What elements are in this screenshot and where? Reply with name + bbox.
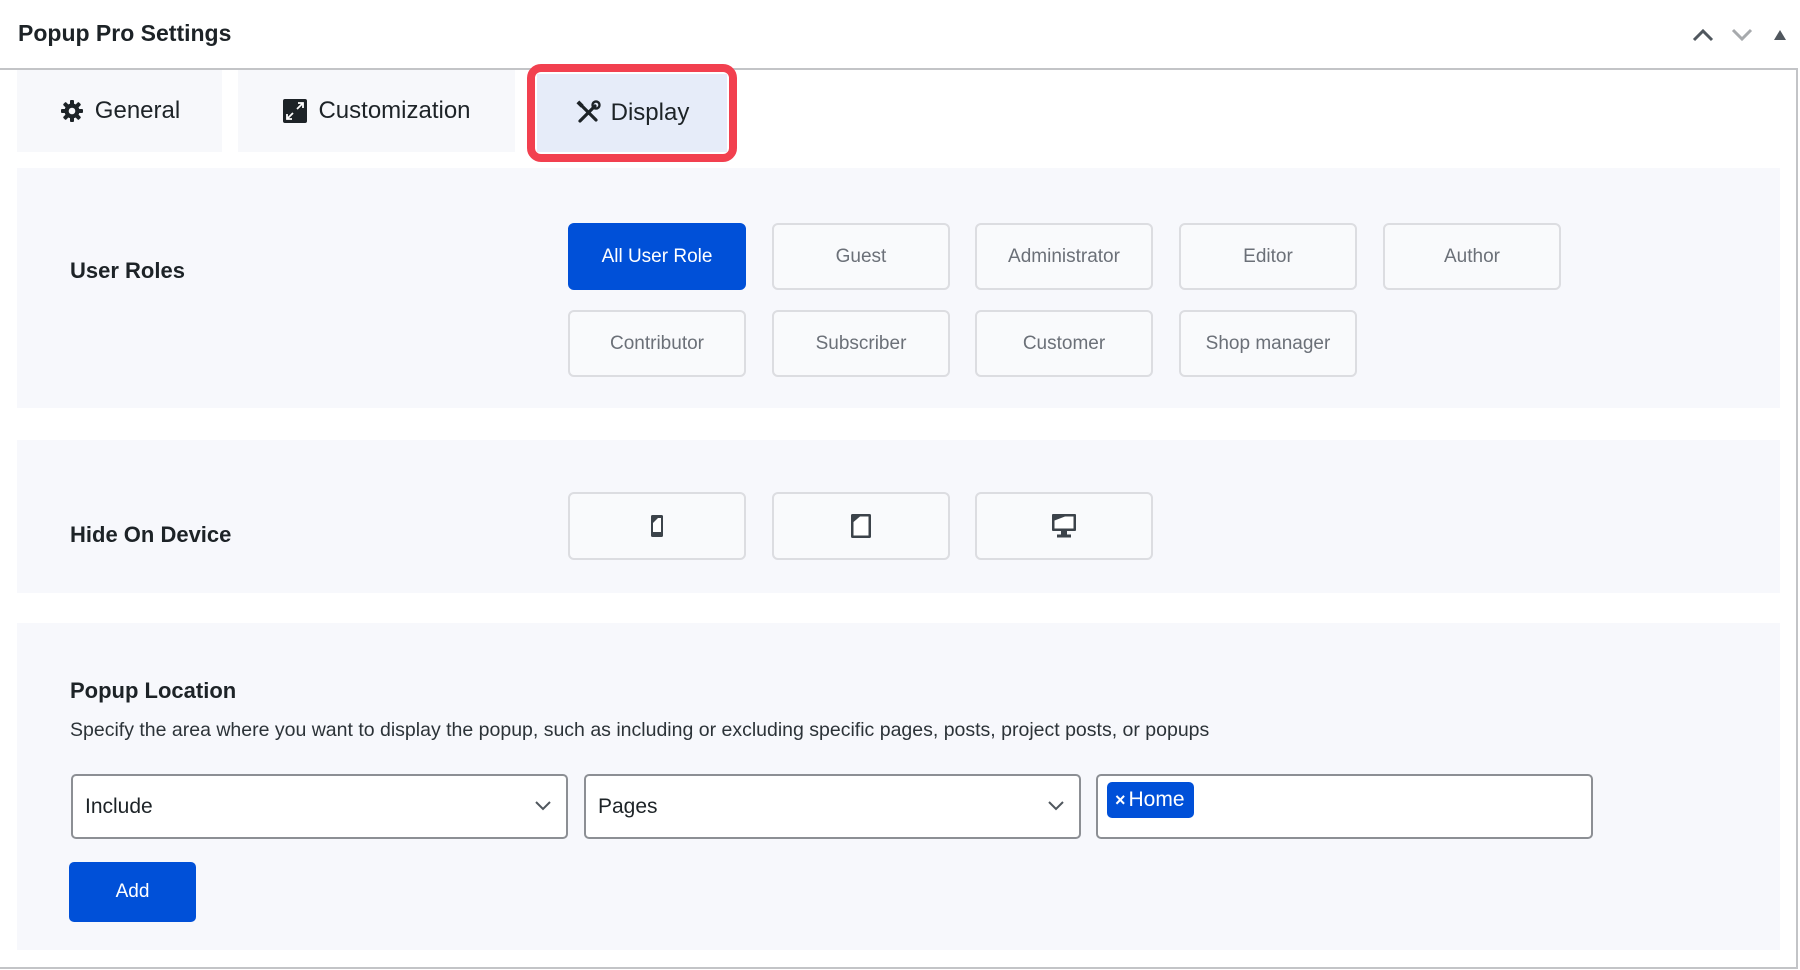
metabox-header: Popup Pro Settings [0, 0, 1798, 70]
move-down-button[interactable] [1727, 20, 1757, 50]
tab-display-label: Display [610, 99, 690, 126]
selected-item-chip: × Home [1107, 782, 1194, 818]
role-contributor[interactable]: Contributor [568, 310, 746, 377]
tablet-icon [851, 514, 871, 538]
chevron-down-icon [1048, 801, 1064, 811]
mobile-icon [651, 515, 663, 537]
tab-display[interactable]: Display [537, 74, 727, 152]
device-desktop-button[interactable] [975, 492, 1153, 560]
include-exclude-value: Include [85, 794, 153, 818]
chevron-up-icon [1692, 28, 1714, 42]
tab-general[interactable]: General [17, 70, 222, 152]
popup-location-description: Specify the area where you want to displ… [70, 719, 1210, 741]
role-all-user-role[interactable]: All User Role [568, 223, 746, 290]
metabox-title: Popup Pro Settings [18, 20, 232, 46]
location-type-value: Pages [598, 794, 658, 818]
hide-on-device-section: Hide On Device [17, 440, 1780, 593]
expand-icon [282, 98, 308, 124]
role-administrator[interactable]: Administrator [975, 223, 1153, 290]
tab-customization[interactable]: Customization [238, 70, 515, 152]
location-type-select[interactable]: Pages [584, 774, 1081, 839]
hide-on-device-label: Hide On Device [70, 522, 232, 547]
settings-metabox: Popup Pro Settings General Customization… [0, 0, 1798, 969]
user-roles-section: User Roles All User Role Guest Administr… [17, 168, 1780, 408]
tab-general-label: General [94, 97, 181, 124]
remove-item-icon[interactable]: × [1115, 790, 1126, 811]
role-customer[interactable]: Customer [975, 310, 1153, 377]
device-mobile-button[interactable] [568, 492, 746, 560]
triangle-up-icon [1774, 30, 1786, 40]
include-exclude-select[interactable]: Include [71, 774, 568, 839]
popup-location-title: Popup Location [70, 678, 237, 703]
chevron-down-icon [535, 801, 551, 811]
device-tablet-button[interactable] [772, 492, 950, 560]
collapse-toggle-button[interactable] [1765, 20, 1795, 50]
role-subscriber[interactable]: Subscriber [772, 310, 950, 377]
desktop-icon [1052, 514, 1076, 538]
user-roles-label: User Roles [70, 258, 185, 283]
add-location-button[interactable]: Add [69, 862, 196, 922]
gear-icon [59, 98, 85, 124]
tab-customization-label: Customization [318, 97, 471, 124]
selected-pages-multiselect[interactable]: × Home [1096, 774, 1593, 839]
role-guest[interactable]: Guest [772, 223, 950, 290]
popup-location-section: Popup Location Specify the area where yo… [17, 623, 1780, 950]
move-up-button[interactable] [1688, 20, 1718, 50]
role-author[interactable]: Author [1383, 223, 1561, 290]
chevron-down-icon [1731, 28, 1753, 42]
selected-item-label: Home [1128, 788, 1185, 811]
role-editor[interactable]: Editor [1179, 223, 1357, 290]
role-shop-manager[interactable]: Shop manager [1179, 310, 1357, 377]
tools-icon [575, 100, 601, 126]
